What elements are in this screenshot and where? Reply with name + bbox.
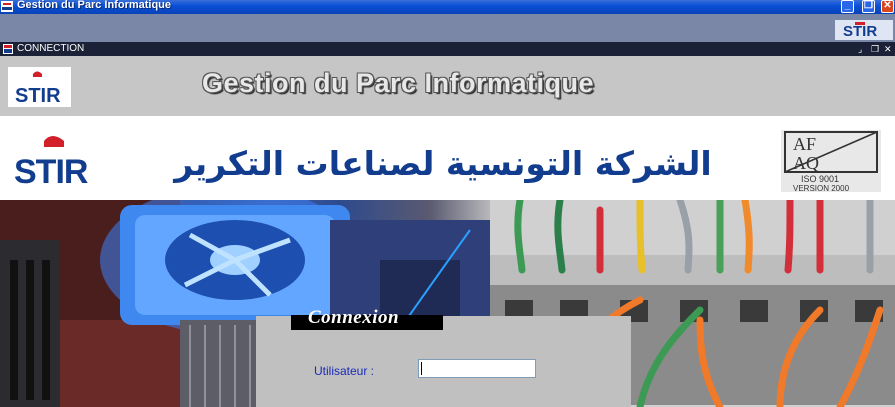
username-label: Utilisateur :: [314, 364, 375, 378]
form-icon: [3, 44, 13, 54]
menubar: STIR: [0, 14, 895, 42]
child-window-titlebar: CONNECTION ⌟ ❐ ✕: [0, 42, 895, 56]
child-minimize-button[interactable]: ⌟: [858, 42, 862, 56]
login-panel: Connexion Utilisateur :: [256, 307, 631, 407]
close-button[interactable]: ✕: [881, 0, 894, 13]
minimize-button[interactable]: _: [841, 0, 854, 13]
stir-logo-small-text: STIR: [843, 23, 877, 40]
app-icon: [1, 1, 13, 12]
stir-logo-text: STIR: [15, 85, 61, 107]
iso-version-text: VERSION 2000: [793, 184, 850, 192]
afaq-iso-logo: AF AQ ISO 9001 VERSION 2000: [781, 130, 881, 192]
company-banner: STIR الشركة التونسية لصناعات التكرير AF …: [0, 116, 895, 200]
stir-logo-small: STIR: [835, 20, 893, 40]
iso-text: ISO 9001: [801, 174, 839, 184]
close-icon: ✕: [883, 0, 892, 11]
child-close-button[interactable]: ✕: [884, 42, 892, 56]
page-title: Gestion du Parc Informatique: [202, 68, 595, 98]
username-input[interactable]: [418, 359, 536, 378]
text-caret: [421, 362, 422, 375]
stir-logo-large: STIR: [14, 136, 89, 187]
restore-icon: ❐: [864, 0, 873, 11]
child-window-title: CONNECTION: [17, 43, 85, 54]
stir-logo: STIR: [8, 67, 71, 107]
afaq-line1: AF: [793, 134, 816, 154]
minimize-icon: _: [844, 0, 851, 11]
company-name-arabic: الشركة التونسية لصناعات التكرير: [174, 144, 712, 183]
window-title: Gestion du Parc Informatique: [17, 0, 172, 11]
app-header: STIR Gestion du Parc Informatique: [0, 56, 895, 116]
afaq-line2: AQ: [793, 153, 819, 173]
login-heading: Connexion: [308, 307, 400, 328]
window-titlebar: Gestion du Parc Informatique _ ❐ ✕: [0, 0, 895, 14]
child-restore-button[interactable]: ❐: [871, 42, 879, 56]
restore-button[interactable]: ❐: [862, 0, 875, 13]
stir-logo-large-text: STIR: [14, 153, 88, 187]
